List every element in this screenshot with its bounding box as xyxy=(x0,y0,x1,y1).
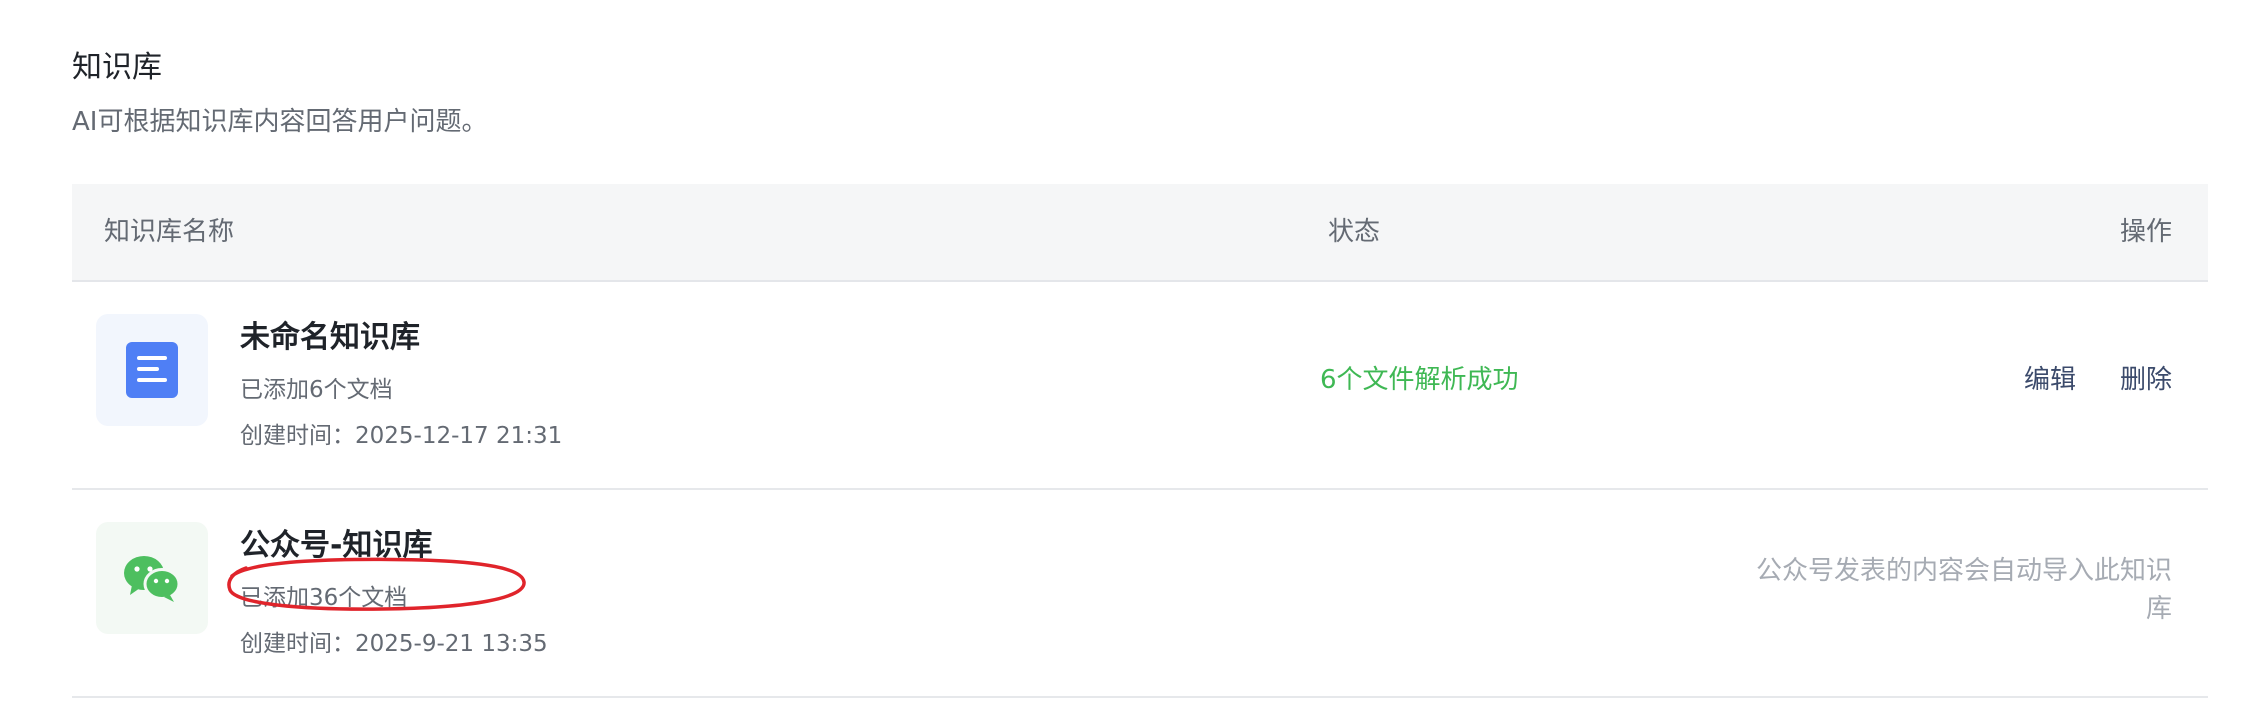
parse-status: 6个文件解析成功 xyxy=(1320,365,1519,395)
delete-button[interactable]: 删除 xyxy=(2120,362,2172,398)
created-time: 创建时间：2025-12-17 21:31 xyxy=(240,423,563,449)
created-time: 创建时间：2025-9-21 13:35 xyxy=(240,631,548,657)
edit-button[interactable]: 编辑 xyxy=(2024,362,2076,398)
knowledge-base-title: 未命名知识库 xyxy=(240,320,420,355)
knowledge-base-title: 公众号-知识库 xyxy=(240,528,433,563)
document-icon xyxy=(96,314,208,426)
doc-count: 已添加6个文档 xyxy=(240,377,393,403)
auto-import-note: 公众号发表的内容会自动导入此知识库 xyxy=(1755,556,2172,624)
header-status: 状态 xyxy=(1328,217,1381,247)
header-name: 知识库名称 xyxy=(104,217,235,247)
header-actions: 操作 xyxy=(2119,217,2172,247)
table-header: 知识库名称 状态 操作 xyxy=(72,184,2208,282)
page-title: 知识库 xyxy=(72,50,162,85)
page-subtitle: AI可根据知识库内容回答用户问题。 xyxy=(72,107,488,137)
wechat-icon xyxy=(96,522,208,634)
table-row[interactable]: 公众号-知识库 已添加36个文档 创建时间：2025-9-21 13:35 公众… xyxy=(72,490,2208,698)
table-row[interactable]: 未命名知识库 已添加6个文档 创建时间：2025-12-17 21:31 6个文… xyxy=(72,282,2208,490)
knowledge-base-table: 知识库名称 状态 操作 未命名知识库 已添加6个文档 创建时间：2025-12-… xyxy=(72,184,2208,698)
doc-count: 已添加36个文档 xyxy=(240,585,408,611)
